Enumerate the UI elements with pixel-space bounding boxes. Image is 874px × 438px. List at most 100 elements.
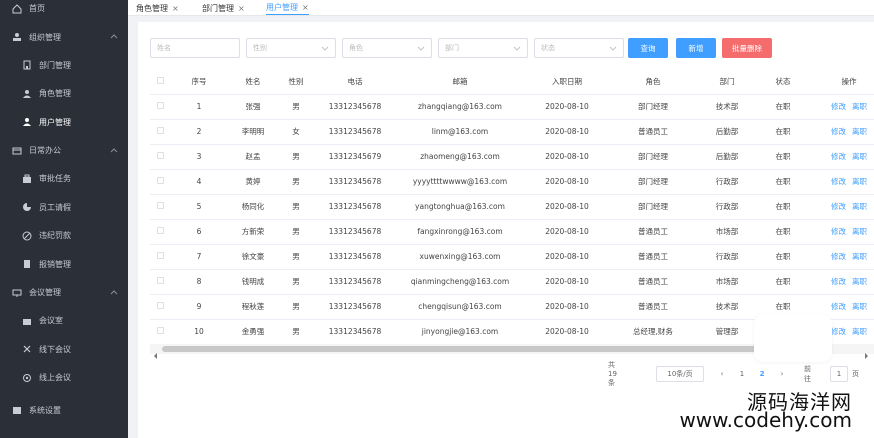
column-header[interactable]: 序号 <box>170 70 228 95</box>
tab-user[interactable]: 用户管理 × <box>266 1 309 15</box>
table-cell: fangxinrong@163.com <box>396 219 524 245</box>
row-checkbox[interactable] <box>150 319 170 345</box>
resign-link[interactable]: 离职 <box>852 177 867 186</box>
edit-link[interactable]: 修改 <box>831 127 846 136</box>
resign-link[interactable]: 离职 <box>852 327 867 336</box>
table-cell: 在职 <box>758 119 808 145</box>
floating-bubble <box>754 314 832 362</box>
sidebar-item-room[interactable]: 会议室 <box>0 307 128 336</box>
edit-link[interactable]: 修改 <box>831 227 846 236</box>
row-checkbox[interactable] <box>150 119 170 145</box>
batch-delete-button[interactable]: 批量删除 <box>722 38 772 58</box>
row-checkbox[interactable] <box>150 269 170 295</box>
resign-link[interactable]: 离职 <box>852 302 867 311</box>
sidebar-item-fine[interactable]: 违纪罚款 <box>0 222 128 251</box>
column-header[interactable]: 角色 <box>610 70 696 95</box>
select-all-checkbox[interactable] <box>150 70 170 95</box>
column-header[interactable]: 部门 <box>696 70 758 95</box>
edit-link[interactable]: 修改 <box>831 252 846 261</box>
column-header[interactable]: 状态 <box>758 70 808 95</box>
table-cell: 部门经理 <box>610 144 696 170</box>
room-icon <box>22 316 32 326</box>
resign-link[interactable]: 离职 <box>852 202 867 211</box>
table-cell: 2020-08-10 <box>524 169 610 195</box>
sidebar-item-dept[interactable]: 部门管理 <box>0 51 128 80</box>
page-size-select[interactable]: 10条/页 <box>656 366 704 382</box>
page-number[interactable]: 1 <box>734 366 750 382</box>
sidebar-item-role[interactable]: 角色管理 <box>0 80 128 109</box>
edit-link[interactable]: 修改 <box>831 152 846 161</box>
resign-link[interactable]: 离职 <box>852 277 867 286</box>
sidebar-item-expense[interactable]: 报销管理 <box>0 250 128 279</box>
edit-link[interactable]: 修改 <box>831 102 846 111</box>
edit-link[interactable]: 修改 <box>831 302 846 311</box>
scrollbar-thumb[interactable] <box>162 346 762 352</box>
edit-link[interactable]: 修改 <box>831 277 846 286</box>
scroll-left-icon[interactable] <box>152 345 160 359</box>
table-cell: 行政部 <box>696 194 758 220</box>
add-button[interactable]: 新增 <box>676 38 716 58</box>
close-icon[interactable]: × <box>238 4 245 13</box>
table-cell: 13312345678 <box>314 169 396 195</box>
resign-link[interactable]: 离职 <box>852 252 867 261</box>
column-header[interactable]: 邮箱 <box>396 70 524 95</box>
resign-link[interactable]: 离职 <box>852 102 867 111</box>
sidebar-item-task[interactable]: 审批任务 <box>0 165 128 194</box>
resign-link[interactable]: 离职 <box>852 127 867 136</box>
gender-filter[interactable]: 性别 <box>246 38 336 58</box>
page-number-current[interactable]: 2 <box>754 366 770 382</box>
table-cell: 黄婷 <box>228 169 278 195</box>
row-checkbox[interactable] <box>150 144 170 170</box>
sidebar-group-meeting[interactable]: 会议管理 <box>0 279 128 307</box>
close-icon[interactable]: × <box>302 3 309 12</box>
resign-link[interactable]: 离职 <box>852 152 867 161</box>
goto-page-input[interactable]: 1 <box>830 366 848 382</box>
next-page-icon[interactable]: › <box>774 366 790 382</box>
sidebar-item-online[interactable]: 线上会议 <box>0 364 128 393</box>
table-cell: 4 <box>170 169 228 195</box>
table-cell: 总经理,财务 <box>610 319 696 345</box>
table-cell: 男 <box>278 244 314 270</box>
user-icon <box>22 117 32 127</box>
column-header[interactable]: 性别 <box>278 70 314 95</box>
role-filter[interactable]: 角色 <box>342 38 432 58</box>
sidebar-item-leave[interactable]: 员工请假 <box>0 193 128 222</box>
row-checkbox[interactable] <box>150 194 170 220</box>
scroll-right-icon[interactable] <box>862 345 870 359</box>
edit-link[interactable]: 修改 <box>831 177 846 186</box>
search-button[interactable]: 查询 <box>628 38 668 58</box>
tab-dept[interactable]: 部门管理 × <box>202 1 245 15</box>
close-icon[interactable]: × <box>172 4 179 13</box>
resign-link[interactable]: 离职 <box>852 227 867 236</box>
status-filter[interactable]: 状态 <box>534 38 624 58</box>
row-checkbox[interactable] <box>150 244 170 270</box>
table-cell: 女 <box>278 119 314 145</box>
row-checkbox[interactable] <box>150 294 170 320</box>
edit-link[interactable]: 修改 <box>831 327 846 336</box>
row-checkbox[interactable] <box>150 219 170 245</box>
prev-page-icon[interactable]: ‹ <box>714 366 730 382</box>
column-header[interactable]: 电话 <box>314 70 396 95</box>
table-cell: 在职 <box>758 219 808 245</box>
name-filter[interactable]: 姓名 <box>150 38 240 58</box>
sidebar-item-user[interactable]: 用户管理 <box>0 108 128 137</box>
edit-link[interactable]: 修改 <box>831 202 846 211</box>
tab-role[interactable]: 角色管理 × <box>136 1 179 15</box>
total-count: 共 19 条 <box>608 361 617 387</box>
sidebar-item-home[interactable]: 首页 <box>0 0 128 17</box>
sidebar-item-settings[interactable]: 系统设置 <box>0 396 128 424</box>
row-actions: 修改 离职 <box>808 144 874 170</box>
page-unit-label: 页 <box>852 370 859 378</box>
building-icon <box>22 60 32 70</box>
row-checkbox[interactable] <box>150 169 170 195</box>
column-header[interactable]: 姓名 <box>228 70 278 95</box>
column-header[interactable]: 入职日期 <box>524 70 610 95</box>
dept-filter[interactable]: 部门 <box>438 38 528 58</box>
sidebar-group-office[interactable]: 日常办公 <box>0 137 128 165</box>
table-cell: 2020-08-10 <box>524 194 610 220</box>
sidebar-group-org[interactable]: 组织管理 <box>0 23 128 51</box>
table-cell: 部门经理 <box>610 94 696 120</box>
sidebar-item-label: 报销管理 <box>39 259 71 269</box>
sidebar-item-offline[interactable]: 线下会议 <box>0 335 128 364</box>
row-checkbox[interactable] <box>150 94 170 120</box>
